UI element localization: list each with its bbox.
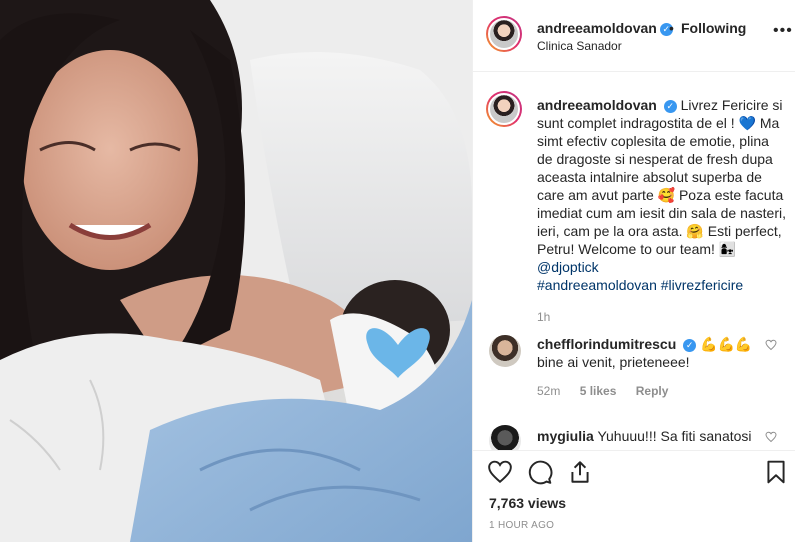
mention-link[interactable]: @djoptick [537, 259, 599, 275]
caption-timestamp[interactable]: 1h [537, 310, 550, 324]
comment-like-icon[interactable] [765, 431, 777, 446]
family-emoji: 👩‍👧 [718, 241, 737, 257]
comment-timestamp[interactable]: 52m [537, 384, 560, 398]
comment-likes[interactable]: 5 likes [580, 384, 617, 398]
comment-icon[interactable] [527, 459, 553, 485]
header-separator: • [669, 20, 674, 36]
comment-text: mygiulia Yuhuuu!!! Sa fiti sanatosi [537, 428, 752, 444]
commenter-avatar[interactable] [489, 335, 521, 367]
comments-list[interactable]: andreeamoldovan ✓ Livrez Fericire si sun… [473, 73, 795, 450]
commenter-username[interactable]: chefflorindumitrescu [537, 336, 676, 352]
blue-heart-emoji: 💙 [738, 115, 756, 131]
reply-button[interactable]: Reply [636, 384, 669, 398]
smiling-hearts-emoji: 🥰 [657, 187, 676, 203]
comment-meta: 52m 5 likes Reply [537, 384, 684, 398]
following-button[interactable]: Following [681, 20, 746, 36]
caption-avatar[interactable] [486, 91, 522, 127]
action-bar: 7,763 views 1 HOUR AGO [473, 450, 795, 542]
post-location[interactable]: Clinica Sanador [537, 39, 622, 53]
flexed-biceps-emoji: 💪💪💪 [700, 336, 753, 352]
comment-text: chefflorindumitrescu ✓ 💪💪💪 bine ai venit… [537, 336, 753, 370]
commenter-avatar[interactable] [489, 425, 521, 450]
author-username[interactable]: andreeamoldovan ✓ [537, 20, 673, 36]
more-options-icon[interactable]: ••• [773, 22, 793, 40]
comment-like-icon[interactable] [765, 339, 777, 354]
caption-text: andreeamoldovan ✓ Livrez Fericire si sun… [537, 97, 786, 293]
verified-badge-icon: ✓ [663, 100, 677, 113]
hashtag-links[interactable]: #andreeamoldovan #livrezfericire [537, 277, 743, 293]
bookmark-icon[interactable] [763, 459, 789, 485]
commenter-username[interactable]: mygiulia [537, 428, 594, 444]
verified-badge-icon: ✓ [683, 339, 697, 352]
author-avatar[interactable] [486, 16, 522, 52]
share-icon[interactable] [567, 459, 593, 485]
post-photo[interactable] [0, 0, 472, 542]
post-timestamp[interactable]: 1 HOUR AGO [489, 520, 554, 531]
post-header: andreeamoldovan ✓ • Following Clinica San… [473, 0, 795, 72]
heart-icon[interactable] [487, 459, 513, 485]
view-count[interactable]: 7,763 views [489, 495, 566, 511]
hugging-emoji: 🤗 [686, 223, 704, 239]
caption-username[interactable]: andreeamoldovan [537, 97, 657, 113]
post-panel: andreeamoldovan ✓ • Following Clinica San… [472, 0, 795, 542]
photo-illustration [0, 0, 472, 542]
